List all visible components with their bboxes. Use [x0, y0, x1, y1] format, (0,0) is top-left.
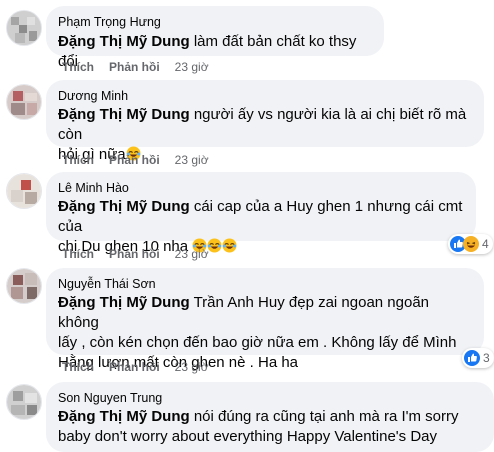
comment-timestamp[interactable]: 23 giờ: [175, 247, 209, 261]
mention-tag[interactable]: Đặng Thị Mỹ Dung: [58, 408, 190, 425]
comment-bubble: Lê Minh Hào Đặng Thị Mỹ Dung cái cap của…: [46, 172, 476, 255]
like-reaction-icon: [464, 350, 480, 366]
laughing-emoji-icon: [222, 238, 237, 253]
haha-reaction-icon: [463, 236, 479, 252]
comment-bubble: Nguyễn Thái Sơn Đặng Thị Mỹ Dung Trần An…: [46, 268, 484, 371]
comment-timestamp[interactable]: 23 giờ: [175, 60, 209, 74]
comment-body-line-2: lấy , còn kén chọn đến bao giờ nữa em . …: [58, 334, 457, 351]
reaction-count: 3: [483, 351, 490, 365]
comment-author[interactable]: Son Nguyen Trung: [58, 390, 482, 406]
mention-tag[interactable]: Đặng Thị Mỹ Dung: [58, 106, 190, 123]
reply-button[interactable]: Phản hồi: [109, 360, 160, 374]
comment-author[interactable]: Lê Minh Hào: [58, 180, 464, 196]
comment-author[interactable]: Dương Minh: [58, 88, 472, 104]
comment-body-line-1: nói đúng ra cũng tại anh mà ra I'm sorry: [193, 408, 459, 425]
comment-text: Đặng Thị Mỹ Dung nói đúng ra cũng tại an…: [58, 407, 482, 447]
mention-tag[interactable]: Đặng Thị Mỹ Dung: [58, 33, 190, 50]
comment-actions: Thích Phản hồi 23 giờ: [62, 59, 209, 75]
comment-author[interactable]: Nguyễn Thái Sơn: [58, 276, 472, 292]
avatar[interactable]: [6, 84, 42, 120]
like-button[interactable]: Thích: [62, 360, 94, 374]
reply-button[interactable]: Phản hồi: [109, 247, 160, 261]
comment-author[interactable]: Phạm Trọng Hưng: [58, 14, 372, 30]
reaction-summary[interactable]: 4: [448, 234, 493, 254]
mention-tag[interactable]: Đặng Thị Mỹ Dung: [58, 294, 190, 311]
comment-actions: Thích Phản hồi 23 giờ: [62, 359, 209, 375]
avatar-image: [7, 85, 41, 119]
avatar-image: [7, 385, 41, 419]
reaction-count: 4: [482, 237, 489, 251]
reaction-summary[interactable]: 3: [462, 348, 494, 368]
laughing-emoji-icon: [207, 238, 222, 253]
comment-bubble: Dương Minh Đặng Thị Mỹ Dung người ấy vs …: [46, 80, 484, 163]
comment-body-line-2: baby don't worry about everything Happy …: [58, 428, 437, 445]
comment-bubble: Son Nguyen Trung Đặng Thị Mỹ Dung nói đú…: [46, 382, 494, 452]
avatar[interactable]: [6, 10, 42, 46]
reply-button[interactable]: Phản hồi: [109, 153, 160, 167]
avatar[interactable]: [6, 384, 42, 420]
avatar-image: [7, 269, 41, 303]
comment-actions: Thích Phản hồi 23 giờ: [62, 152, 209, 168]
mention-tag[interactable]: Đặng Thị Mỹ Dung: [58, 198, 190, 215]
avatar-image: [7, 174, 41, 208]
reply-button[interactable]: Phản hồi: [109, 60, 160, 74]
like-button[interactable]: Thích: [62, 60, 94, 74]
avatar[interactable]: [6, 268, 42, 304]
comment-timestamp[interactable]: 23 giờ: [175, 153, 209, 167]
like-button[interactable]: Thích: [62, 153, 94, 167]
comment-bubble: Phạm Trọng Hưng Đặng Thị Mỹ Dung làm đất…: [46, 6, 384, 70]
like-button[interactable]: Thích: [62, 247, 94, 261]
comment-timestamp[interactable]: 23 giờ: [175, 360, 209, 374]
avatar-image: [7, 11, 41, 45]
avatar[interactable]: [6, 173, 42, 209]
comment-actions: Thích Phản hồi 23 giờ: [62, 246, 209, 262]
